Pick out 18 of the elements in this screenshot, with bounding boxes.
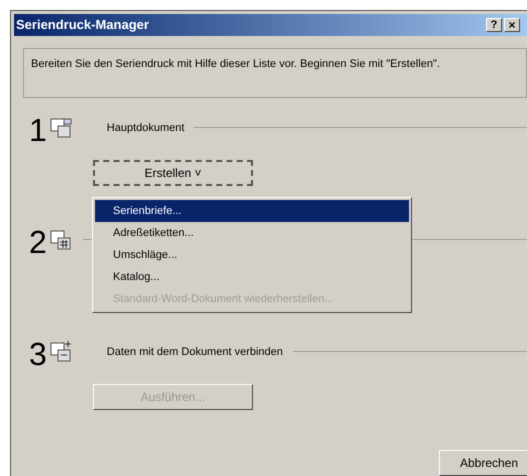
menu-item[interactable]: Umschläge... <box>95 244 409 266</box>
menu-item[interactable]: Katalog... <box>95 266 409 288</box>
step-number: 3 <box>29 336 47 372</box>
step-number: 1 <box>29 112 47 148</box>
step-number: 2 <box>29 224 47 260</box>
cancel-button[interactable]: Abbrechen <box>439 450 527 476</box>
document-icon <box>48 340 73 364</box>
close-button[interactable]: × <box>504 18 520 32</box>
window-title: Seriendruck-Manager <box>16 16 149 34</box>
document-icon <box>48 228 73 252</box>
step-label: Hauptdokument <box>106 121 184 136</box>
document-icon <box>48 116 73 140</box>
menu-item[interactable]: Adreßetiketten... <box>95 222 409 244</box>
intro-text: Bereiten Sie den Seriendruck mit Hilfe dieser Liste vor. Beginnen Sie mit "Erstellen". <box>31 57 441 72</box>
dropdown-button[interactable]: Erstellen ˅ <box>93 160 253 186</box>
help-button[interactable]: ? <box>486 18 502 32</box>
menu-item[interactable]: Serienbriefe... <box>95 200 409 222</box>
step-label: Daten mit dem Dokument verbinden <box>106 345 283 360</box>
